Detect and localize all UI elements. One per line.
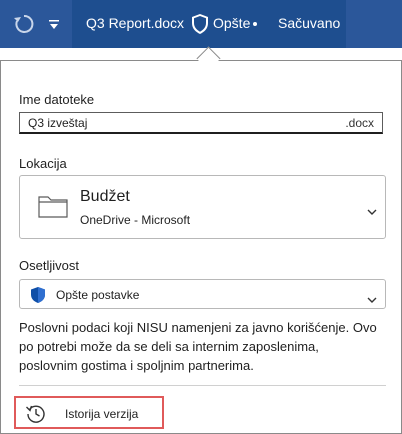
file-name-label: Ime datoteke — [19, 92, 95, 107]
title-bar: Q3 Report.docx Opšte Sačuvano — [0, 0, 402, 48]
sensitivity-dot — [253, 22, 257, 26]
location-service: OneDrive - Microsoft — [80, 213, 191, 227]
history-icon — [25, 403, 47, 430]
customize-quick-access-icon[interactable] — [48, 18, 60, 36]
location-dropdown[interactable]: Budžet OneDrive - Microsoft — [19, 175, 386, 239]
sensitivity-section-label: Osetljivost — [19, 258, 79, 273]
divider — [19, 385, 386, 386]
shield-icon — [191, 13, 209, 40]
file-name-field[interactable]: Q3 izveštaj .docx — [19, 112, 383, 134]
chevron-down-icon[interactable] — [367, 291, 377, 309]
folder-icon — [38, 193, 68, 224]
sensitivity-label[interactable]: Opšte — [213, 15, 250, 31]
shield-icon — [30, 286, 46, 309]
location-label: Lokacija — [19, 156, 67, 171]
sensitivity-description: Poslovni podaci koji NISU namenjeni za j… — [19, 320, 377, 373]
undo-icon[interactable] — [12, 12, 36, 41]
location-folder: Budžet — [80, 188, 130, 205]
version-history-button[interactable]: Istorija verzija — [14, 396, 164, 429]
sensitivity-dropdown[interactable]: Opšte postavke — [19, 279, 386, 309]
chevron-down-icon[interactable] — [367, 203, 377, 221]
file-extension: .docx — [345, 116, 374, 130]
sensitivity-selected: Opšte postavke — [56, 288, 140, 302]
document-name[interactable]: Q3 Report.docx — [86, 15, 184, 31]
file-name-value[interactable]: Q3 izveštaj — [28, 116, 87, 130]
save-status: Sačuvano — [278, 15, 341, 31]
version-history-label: Istorija verzija — [65, 407, 139, 421]
